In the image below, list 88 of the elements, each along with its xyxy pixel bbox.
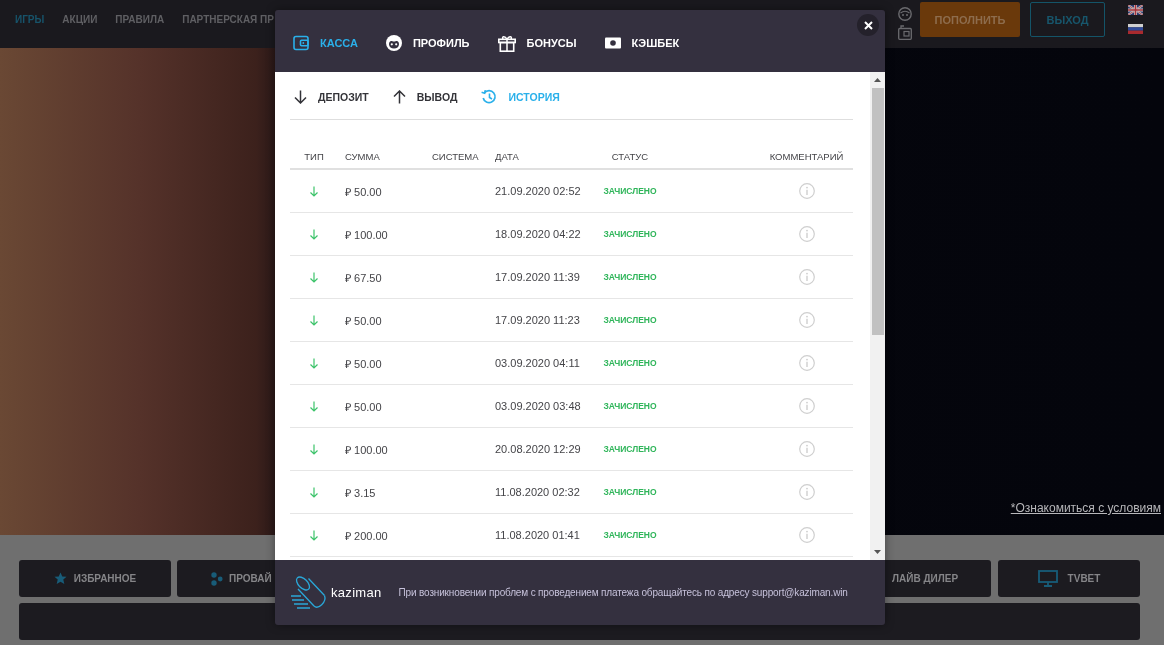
info-icon[interactable] [798, 226, 815, 242]
date-cell-text: 11.08.2020 02:32 [494, 486, 581, 498]
status-label: ЗАЧИСЛЕНО [603, 358, 657, 368]
nav-link[interactable]: АКЦИИ [62, 14, 98, 25]
column-header: СИСТЕМА [431, 150, 480, 162]
amount-cell-text: ₽ 100.00 [344, 442, 389, 457]
down-arrow-icon [309, 357, 319, 369]
nav-link[interactable]: ПРАВИЛА [115, 14, 165, 25]
info-icon[interactable] [798, 527, 815, 543]
category-button[interactable]: ИЗБРАННОЕ [19, 560, 171, 597]
status-label: ЗАЧИСЛЕНО [603, 186, 657, 196]
date-cell-text: 03.09.2020 03:48 [494, 400, 582, 412]
dialog-tab[interactable]: КАССА [293, 35, 358, 51]
status-label: ЗАЧИСЛЕНО [603, 444, 657, 454]
amount-cell-text: ₽ 50.00 [344, 313, 383, 328]
info-icon[interactable] [798, 312, 815, 328]
column-header: КОММЕНТАРИЙ [768, 150, 845, 162]
logo-text: kaziman [331, 585, 382, 600]
gift-icon [497, 34, 516, 52]
category-button[interactable]: ЛАЙВ ДИЛЕР [885, 560, 991, 597]
amount-cell-text: ₽ 100.00 [344, 227, 389, 242]
down-arrow-icon [309, 443, 319, 455]
date-cell-text: 21.09.2020 02:52 [494, 185, 582, 197]
status-label: ЗАЧИСЛЕНО [603, 487, 657, 497]
category-button[interactable]: TVBET [998, 560, 1140, 597]
scrollbar[interactable] [870, 72, 885, 560]
down-arrow-icon [309, 314, 319, 326]
star-icon [53, 572, 67, 585]
info-icon[interactable] [798, 484, 815, 500]
column-header: ТИП [304, 150, 324, 162]
info-icon[interactable] [798, 355, 815, 371]
date-cell-text: 03.09.2020 04:11 [494, 357, 581, 369]
status-label: ЗАЧИСЛЕНО [603, 272, 657, 282]
info-icon[interactable] [798, 183, 815, 199]
close-icon [863, 20, 873, 30]
info-icon[interactable] [798, 398, 815, 414]
nav-link[interactable]: ПАРТНЕРСКАЯ ПР [182, 14, 274, 25]
down-arrow-icon [309, 486, 319, 498]
monitor-icon [1037, 570, 1058, 587]
amount-cell-text: ₽ 50.00 [344, 356, 383, 371]
dialog-tab[interactable]: ПРОФИЛЬ [385, 35, 470, 51]
status-label: ЗАЧИСЛЕНО [603, 229, 657, 239]
column-header: ДАТА [494, 150, 520, 162]
history-icon [481, 89, 498, 105]
down-arrow-icon [309, 271, 319, 283]
support-notice: При возникновении проблем с проведением платежа обращайтесь по адресу support@kaziman.win [398, 587, 848, 598]
terms-link[interactable]: *Ознакомиться с условиям [1010, 501, 1161, 515]
russian-flag-icon[interactable] [1128, 24, 1143, 34]
british-flag-icon[interactable] [1128, 5, 1143, 15]
date-cell-text: 18.09.2020 04:22 [494, 228, 582, 240]
face-icon[interactable] [898, 7, 912, 21]
date-cell-text: 11.08.2020 01:41 [494, 529, 581, 541]
info-icon[interactable] [798, 269, 815, 285]
amount-cell-text: ₽ 200.00 [344, 528, 389, 543]
scrollbar-thumb[interactable] [871, 88, 884, 335]
amount-cell-text: ₽ 67.50 [344, 270, 383, 285]
down-arrow-icon [294, 90, 307, 104]
status-label: ЗАЧИСЛЕНО [603, 530, 657, 540]
wallet-icon [293, 35, 309, 51]
dots-icon [211, 571, 223, 586]
sub-tab[interactable]: ВЫВОД [392, 90, 458, 104]
face-icon [385, 35, 402, 51]
scroll-up-icon[interactable] [874, 78, 881, 82]
up-arrow-icon [392, 90, 406, 104]
sub-tab[interactable]: ИСТОРИЯ [481, 89, 560, 105]
dialog-tab[interactable]: БОНУСЫ [497, 34, 577, 52]
date-cell-text: 17.09.2020 11:23 [494, 314, 581, 326]
amount-cell-text: ₽ 3.15 [344, 485, 377, 500]
date-cell-text: 20.08.2020 12:29 [494, 443, 582, 455]
dialog-tab[interactable]: КЭШБЕК [604, 37, 680, 49]
category-button[interactable]: ПРОВАЙ [177, 560, 278, 597]
scroll-down-icon[interactable] [874, 550, 881, 554]
down-arrow-icon [309, 185, 319, 197]
banknote-icon [604, 37, 621, 49]
close-button[interactable] [857, 14, 879, 36]
amount-cell-text: ₽ 50.00 [344, 399, 383, 414]
wallet-icon[interactable] [898, 25, 912, 40]
status-label: ЗАЧИСЛЕНО [603, 401, 657, 411]
down-arrow-icon [309, 228, 319, 240]
date-cell-text: 17.09.2020 11:39 [494, 271, 581, 283]
info-icon[interactable] [798, 441, 815, 457]
down-arrow-icon [309, 529, 319, 541]
column-header: СТАТУС [611, 150, 649, 162]
column-header: СУММА [344, 150, 381, 162]
status-label: ЗАЧИСЛЕНО [603, 315, 657, 325]
down-arrow-icon [309, 400, 319, 412]
amount-cell-text: ₽ 50.00 [344, 184, 383, 199]
sub-tab[interactable]: ДЕПОЗИТ [294, 90, 369, 104]
